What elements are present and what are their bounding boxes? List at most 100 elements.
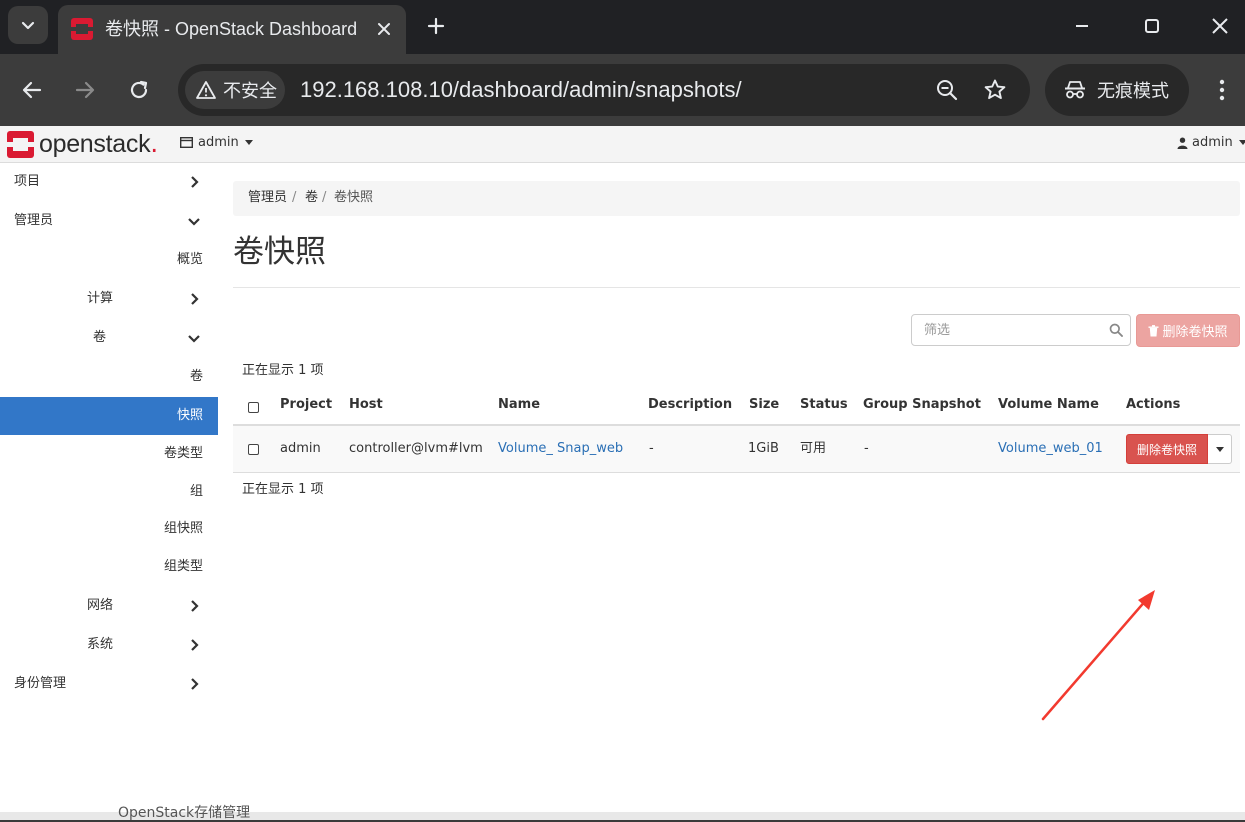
- maximize-button[interactable]: [1130, 8, 1174, 44]
- chevron-right-icon: [191, 639, 199, 651]
- security-label: 不安全: [223, 81, 277, 102]
- sidebar-item-label: 卷: [190, 369, 204, 384]
- breadcrumb-item-admin[interactable]: 管理员: [248, 190, 287, 206]
- sidebar-item-project[interactable]: 项目: [0, 163, 218, 201]
- sidebar-item-overview[interactable]: 概览: [0, 241, 218, 279]
- close-icon: [1212, 18, 1228, 34]
- column-header-actions: Actions: [1126, 397, 1181, 412]
- openstack-logo-icon: [7, 130, 34, 158]
- cell-size: 1GiB: [748, 441, 779, 456]
- filter-input[interactable]: [912, 315, 1114, 345]
- new-tab-button[interactable]: [420, 10, 452, 42]
- sidebar-item-label: 概览: [177, 252, 204, 267]
- cell-host: controller@lvm#lvm: [349, 441, 483, 456]
- openstack-logo[interactable]: openstack.: [7, 130, 158, 158]
- sidebar-item-volume-types[interactable]: 卷类型: [0, 435, 218, 473]
- tab-search-button[interactable]: [8, 6, 48, 44]
- cell-volume-name-link[interactable]: Volume_web_01: [998, 441, 1103, 457]
- sidebar-item-identity[interactable]: 身份管理: [0, 665, 218, 703]
- item-count-bottom: 正在显示 1 项: [242, 482, 324, 497]
- breadcrumb-item-volume[interactable]: 卷: [305, 190, 318, 206]
- sidebar-item-groups[interactable]: 组: [0, 473, 218, 511]
- row-checkbox[interactable]: [248, 444, 259, 455]
- sidebar-item-compute[interactable]: 计算: [0, 280, 218, 318]
- user-menu[interactable]: admin: [1177, 135, 1245, 150]
- tab-strip: 卷快照 - OpenStack Dashboard: [0, 0, 1245, 54]
- cell-name-link[interactable]: Volume_ Snap_web: [498, 441, 623, 457]
- sidebar-item-label: 项目: [14, 174, 41, 189]
- tab-close-button[interactable]: [370, 15, 398, 43]
- bookmark-button[interactable]: [981, 76, 1009, 104]
- row-delete-snapshot-button[interactable]: 删除卷快照: [1126, 434, 1208, 464]
- user-icon: [1177, 137, 1188, 149]
- more-vertical-icon: [1219, 79, 1225, 101]
- minimize-button[interactable]: [1060, 8, 1104, 44]
- arrow-left-icon: [22, 81, 42, 99]
- filter-box: [911, 314, 1131, 346]
- column-header-volume-name[interactable]: Volume Name: [998, 397, 1099, 413]
- minimize-icon: [1076, 25, 1088, 27]
- column-header-size[interactable]: Size: [749, 397, 779, 413]
- reload-button[interactable]: [121, 72, 157, 108]
- back-button[interactable]: [14, 72, 50, 108]
- breadcrumb-separator: /: [292, 190, 297, 205]
- sidebar-item-label: 计算: [87, 291, 114, 306]
- warning-icon: [196, 81, 216, 99]
- column-header-project[interactable]: Project: [280, 397, 332, 413]
- caret-down-icon: [1238, 140, 1245, 145]
- openstack-topbar: openstack. admin admin: [0, 126, 1245, 163]
- select-all-checkbox[interactable]: [248, 402, 259, 413]
- browser-toolbar: 不安全 192.168.108.10/dashboard/admin/snaps…: [0, 54, 1245, 126]
- incognito-label: 无痕模式: [1097, 81, 1169, 102]
- sidebar-item-admin[interactable]: 管理员: [0, 202, 218, 240]
- project-selector[interactable]: admin: [180, 135, 253, 150]
- active-tab[interactable]: 卷快照 - OpenStack Dashboard: [58, 5, 406, 54]
- browser-menu-button[interactable]: [1206, 72, 1238, 108]
- caret-down-icon: [1215, 446, 1224, 452]
- project-list-icon: [180, 137, 193, 148]
- column-header-host[interactable]: Host: [349, 397, 383, 413]
- sidebar-item-volume-group[interactable]: 卷: [0, 319, 218, 357]
- sidebar-item-label: 卷: [93, 330, 107, 345]
- chevron-right-icon: [191, 678, 199, 690]
- delete-button-label: 删除卷快照: [1162, 325, 1228, 340]
- zoom-out-icon: [937, 80, 958, 101]
- chevron-right-icon: [191, 293, 199, 305]
- delete-volume-snapshots-button[interactable]: 删除卷快照: [1136, 314, 1240, 347]
- column-header-name[interactable]: Name: [498, 397, 540, 413]
- project-label: admin: [198, 135, 239, 150]
- search-icon[interactable]: [1109, 323, 1123, 337]
- sidebar-item-label: 卷类型: [164, 446, 204, 461]
- breadcrumb-separator: /: [322, 190, 327, 205]
- url-text[interactable]: 192.168.108.10/dashboard/admin/snapshots…: [300, 76, 742, 104]
- incognito-icon: [1065, 81, 1085, 99]
- zoom-button[interactable]: [933, 76, 961, 104]
- incognito-indicator[interactable]: 无痕模式: [1045, 64, 1189, 116]
- sidebar-item-group-types[interactable]: 组类型: [0, 548, 218, 586]
- security-chip[interactable]: 不安全: [185, 71, 285, 109]
- taskbar-text: OpenStack存储管理: [118, 805, 251, 821]
- column-header-description[interactable]: Description: [648, 397, 732, 413]
- sidebar-item-volumes[interactable]: 卷: [0, 358, 218, 396]
- table-row: admin controller@lvm#lvm Volume_ Snap_we…: [233, 426, 1240, 473]
- cell-project: admin: [280, 441, 321, 456]
- sidebar-item-label: 组快照: [164, 521, 204, 536]
- forward-button[interactable]: [67, 72, 103, 108]
- sidebar-item-snapshots[interactable]: 快照: [0, 397, 218, 435]
- sidebar-item-label: 网络: [87, 598, 114, 613]
- row-actions-dropdown-toggle[interactable]: [1208, 434, 1232, 464]
- browser-window: 卷快照 - OpenStack Dashboard 不安全 192.168.10…: [0, 0, 1245, 812]
- logo-text: openstack: [39, 130, 151, 158]
- sidebar-item-network[interactable]: 网络: [0, 587, 218, 625]
- window-close-button[interactable]: [1198, 8, 1242, 44]
- item-count-top: 正在显示 1 项: [242, 363, 324, 378]
- sidebar-item-group-snapshots[interactable]: 组快照: [0, 510, 218, 548]
- chevron-right-icon: [191, 176, 199, 188]
- sidebar-item-system[interactable]: 系统: [0, 626, 218, 664]
- column-header-status[interactable]: Status: [800, 397, 848, 413]
- sidebar: 项目 管理员 概览 计算 卷 卷 快照 卷类型 组 组快照 组类型 网络 系统 …: [0, 163, 218, 812]
- column-header-group-snapshot[interactable]: Group Snapshot: [863, 397, 981, 413]
- address-bar[interactable]: 不安全 192.168.108.10/dashboard/admin/snaps…: [178, 64, 1030, 116]
- caret-down-icon: [244, 140, 253, 145]
- taskbar-strip: OpenStack存储管理: [0, 805, 1245, 821]
